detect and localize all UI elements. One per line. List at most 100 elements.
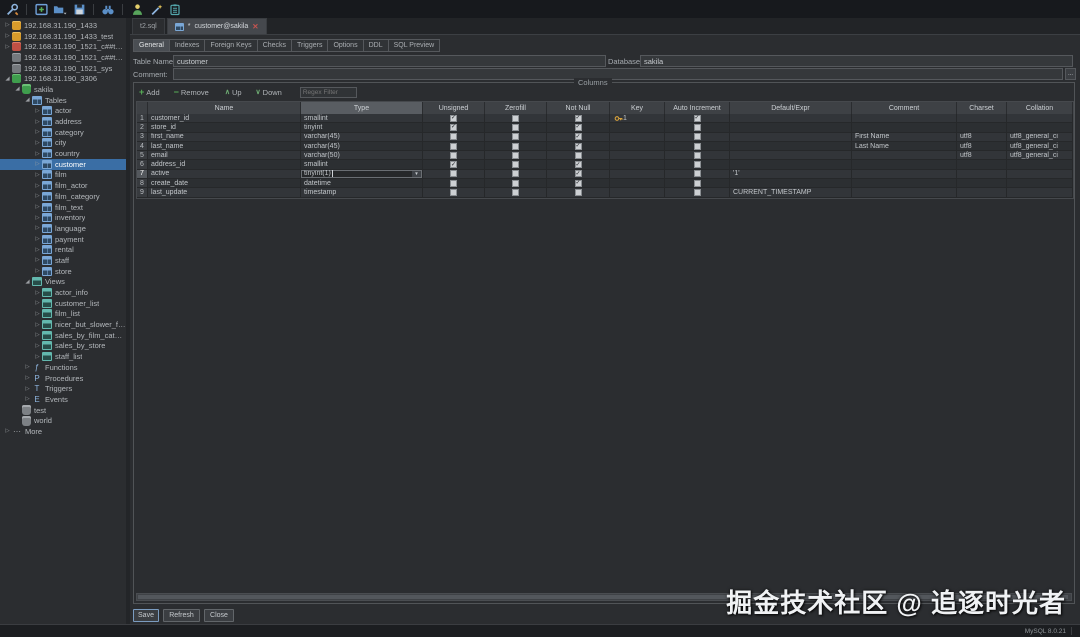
col-header-charset[interactable]: Charset xyxy=(957,102,1007,114)
chevron-collapsed-icon[interactable]: ▷ xyxy=(33,343,42,349)
default-expr-cell[interactable] xyxy=(730,160,852,168)
default-expr-cell[interactable] xyxy=(730,133,852,141)
not-null-checkbox-cell[interactable] xyxy=(547,188,610,196)
type-cell[interactable]: varchar(45) xyxy=(301,133,423,141)
charset-cell[interactable] xyxy=(957,123,1007,131)
not-null-checkbox-cell[interactable] xyxy=(547,151,610,159)
unsigned-checkbox-cell[interactable] xyxy=(423,142,485,150)
name-cell[interactable]: address_id xyxy=(148,160,301,168)
dropdown-button[interactable]: ▼ xyxy=(412,171,421,177)
tree-item-procedures[interactable]: ▷PProcedures xyxy=(0,373,126,384)
charset-cell[interactable] xyxy=(957,188,1007,196)
collation-cell[interactable]: utf8_general_ci xyxy=(1007,133,1073,141)
chevron-collapsed-icon[interactable]: ▷ xyxy=(33,119,42,125)
chevron-collapsed-icon[interactable]: ▷ xyxy=(33,215,42,221)
tree-item-more[interactable]: ▷⋯More xyxy=(0,426,126,437)
zerofill-checkbox[interactable] xyxy=(512,133,519,140)
move-down-button[interactable]: ∨ Down xyxy=(256,88,282,97)
charset-cell[interactable] xyxy=(957,179,1007,187)
not-null-checkbox[interactable]: ✓ xyxy=(575,180,582,187)
unsigned-checkbox-cell[interactable] xyxy=(423,133,485,141)
row-number[interactable]: 1 xyxy=(137,114,148,122)
col-header-default-expr[interactable]: Default/Expr xyxy=(730,102,852,114)
chevron-collapsed-icon[interactable]: ▷ xyxy=(3,33,12,39)
default-expr-cell[interactable] xyxy=(730,151,852,159)
tab-general[interactable]: General xyxy=(133,39,170,52)
col-header-comment[interactable]: Comment xyxy=(852,102,957,114)
row-number[interactable]: 4 xyxy=(137,142,148,150)
default-expr-cell[interactable]: CURRENT_TIMESTAMP xyxy=(730,188,852,196)
col-header-not-null[interactable]: Not Null xyxy=(547,102,610,114)
zerofill-checkbox-cell[interactable] xyxy=(485,188,547,196)
tree-item-sales-by-store[interactable]: ▷sales_by_store xyxy=(0,341,126,352)
tree-item-rental[interactable]: ▷rental xyxy=(0,244,126,255)
auto-increment-checkbox[interactable] xyxy=(694,180,701,187)
chevron-collapsed-icon[interactable]: ▷ xyxy=(3,428,12,434)
charset-cell[interactable]: utf8 xyxy=(957,151,1007,159)
name-cell[interactable]: email xyxy=(148,151,301,159)
chevron-collapsed-icon[interactable]: ▷ xyxy=(33,161,42,167)
col-header-auto-increment[interactable]: Auto Increment xyxy=(665,102,730,114)
save-button[interactable]: Save xyxy=(133,609,159,622)
chevron-expanded-icon[interactable]: ◢ xyxy=(13,86,22,92)
close-icon[interactable]: ✕ xyxy=(252,22,258,31)
tree-item-192-168-31-190-1521-c-test1[interactable]: ▷192.168.31.190_1521_c##test1 xyxy=(0,41,126,52)
zerofill-checkbox-cell[interactable] xyxy=(485,133,547,141)
tree-item-192-168-31-190-1521-c-test2[interactable]: 192.168.31.190_1521_c##test2 xyxy=(0,52,126,63)
unsigned-checkbox[interactable] xyxy=(450,180,457,187)
collation-cell[interactable]: utf8_general_ci xyxy=(1007,151,1073,159)
auto-increment-cell[interactable]: ✓ xyxy=(665,114,730,122)
database-input[interactable] xyxy=(640,55,1073,67)
tree-item-payment[interactable]: ▷payment xyxy=(0,234,126,245)
auto-increment-cell[interactable] xyxy=(665,179,730,187)
chevron-collapsed-icon[interactable]: ▷ xyxy=(33,268,42,274)
tree-item-nicer-but-slower-film-list[interactable]: ▷nicer_but_slower_film_list xyxy=(0,319,126,330)
comment-cell[interactable] xyxy=(852,160,957,168)
chevron-collapsed-icon[interactable]: ▷ xyxy=(33,172,42,178)
tab-foreign-keys[interactable]: Foreign Keys xyxy=(204,39,257,52)
tree-item-store[interactable]: ▷store xyxy=(0,266,126,277)
not-null-checkbox-cell[interactable]: ✓ xyxy=(547,142,610,150)
chevron-expanded-icon[interactable]: ◢ xyxy=(3,76,12,82)
auto-increment-checkbox[interactable] xyxy=(694,124,701,131)
row-number[interactable]: 7 xyxy=(137,170,148,178)
connect-wrench-icon[interactable] xyxy=(5,2,19,16)
key-cell[interactable]: 1 xyxy=(610,114,665,122)
save-icon[interactable] xyxy=(72,2,86,16)
name-cell[interactable]: active xyxy=(148,170,301,178)
row-number[interactable]: 9 xyxy=(137,188,148,196)
default-expr-cell[interactable] xyxy=(730,114,852,122)
tree-item-language[interactable]: ▷language xyxy=(0,223,126,234)
row-number[interactable]: 5 xyxy=(137,151,148,159)
tree-item-actor-info[interactable]: ▷actor_info xyxy=(0,287,126,298)
charset-cell[interactable] xyxy=(957,170,1007,178)
not-null-checkbox[interactable]: ✓ xyxy=(575,143,582,150)
not-null-checkbox[interactable]: ✓ xyxy=(575,170,582,177)
chevron-collapsed-icon[interactable]: ▷ xyxy=(23,375,32,381)
key-cell[interactable] xyxy=(610,151,665,159)
tree-item-film[interactable]: ▷film xyxy=(0,170,126,181)
chevron-collapsed-icon[interactable]: ▷ xyxy=(33,204,42,210)
tree-item-film-text[interactable]: ▷film_text xyxy=(0,202,126,213)
unsigned-checkbox[interactable] xyxy=(450,133,457,140)
auto-increment-cell[interactable] xyxy=(665,188,730,196)
type-cell[interactable]: smallint xyxy=(301,160,423,168)
chevron-expanded-icon[interactable]: ◢ xyxy=(23,279,32,285)
chevron-collapsed-icon[interactable]: ▷ xyxy=(23,396,32,402)
tree-item-192-168-31-190-1433[interactable]: ▷192.168.31.190_1433 xyxy=(0,20,126,31)
horizontal-scrollbar[interactable] xyxy=(136,593,1072,601)
type-cell[interactable]: tinyint xyxy=(301,123,423,131)
collation-cell[interactable] xyxy=(1007,170,1073,178)
tree-item-functions[interactable]: ▷ƒFunctions xyxy=(0,362,126,373)
row-number[interactable]: 2 xyxy=(137,123,148,131)
move-up-button[interactable]: ∧ Up xyxy=(225,88,242,97)
chevron-expanded-icon[interactable]: ◢ xyxy=(23,97,32,103)
zerofill-checkbox[interactable] xyxy=(512,152,519,159)
table-name-input[interactable] xyxy=(173,55,606,67)
auto-increment-cell[interactable] xyxy=(665,142,730,150)
unsigned-checkbox[interactable] xyxy=(450,189,457,196)
tree-item-inventory[interactable]: ▷inventory xyxy=(0,212,126,223)
default-expr-cell[interactable] xyxy=(730,179,852,187)
not-null-checkbox-cell[interactable]: ✓ xyxy=(547,179,610,187)
not-null-checkbox[interactable] xyxy=(575,189,582,196)
